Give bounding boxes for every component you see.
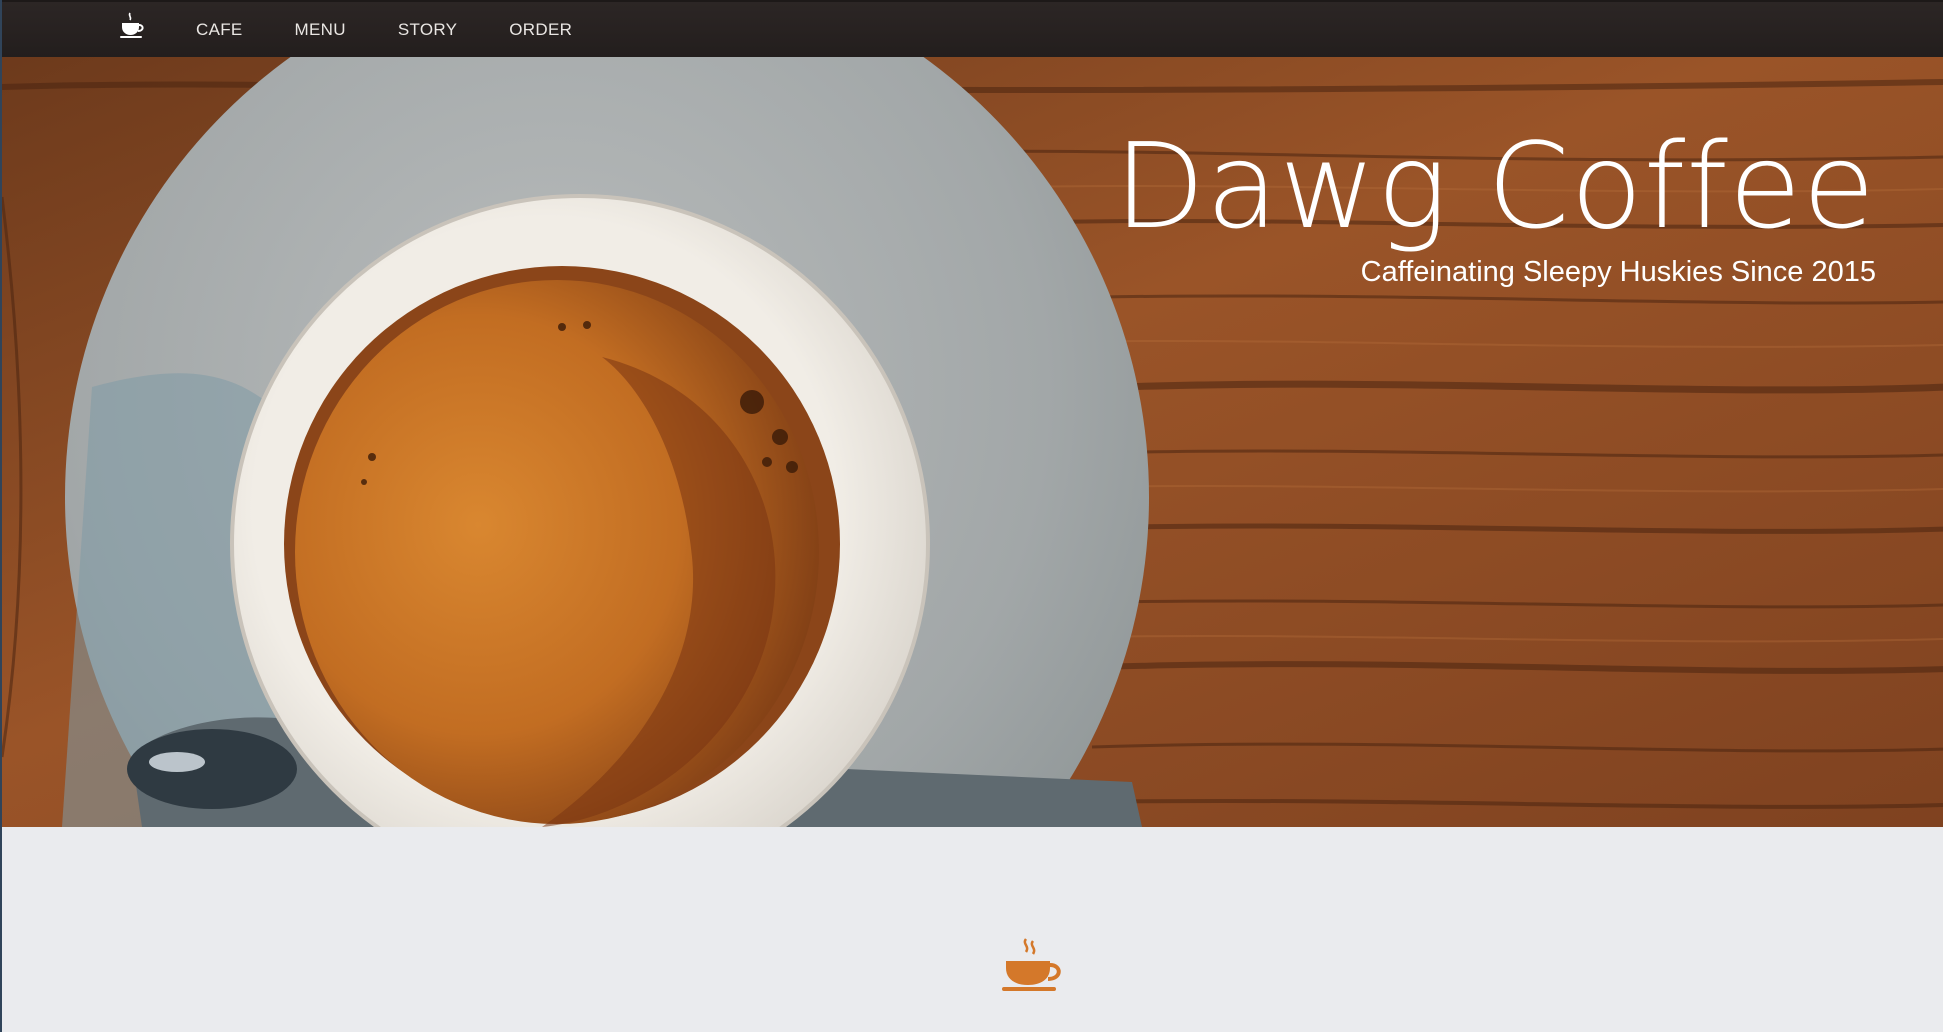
hero-text: Dawg Coffee Caffeinating Sleepy Huskies …: [1114, 117, 1876, 289]
nav-links: CAFE MENU STORY ORDER: [196, 2, 624, 57]
nav-link-story[interactable]: STORY: [398, 20, 457, 40]
nav-link-menu[interactable]: MENU: [295, 20, 346, 40]
hero-subtitle: Caffeinating Sleepy Huskies Since 2015: [1360, 255, 1876, 288]
nav-link-cafe[interactable]: CAFE: [196, 20, 243, 40]
top-navbar: CAFE MENU STORY ORDER: [2, 0, 1943, 57]
hero-banner: Dawg Coffee Caffeinating Sleepy Huskies …: [2, 57, 1943, 827]
page: CAFE MENU STORY ORDER Dawg Coffee Caffei…: [0, 0, 1943, 1032]
hero-title: Dawg Coffee: [1114, 117, 1876, 255]
coffee-cup-icon: [1002, 938, 1061, 991]
coffee-cup-icon[interactable]: [119, 12, 147, 40]
cafe-section: [2, 827, 1943, 1032]
nav-link-order[interactable]: ORDER: [509, 20, 572, 40]
